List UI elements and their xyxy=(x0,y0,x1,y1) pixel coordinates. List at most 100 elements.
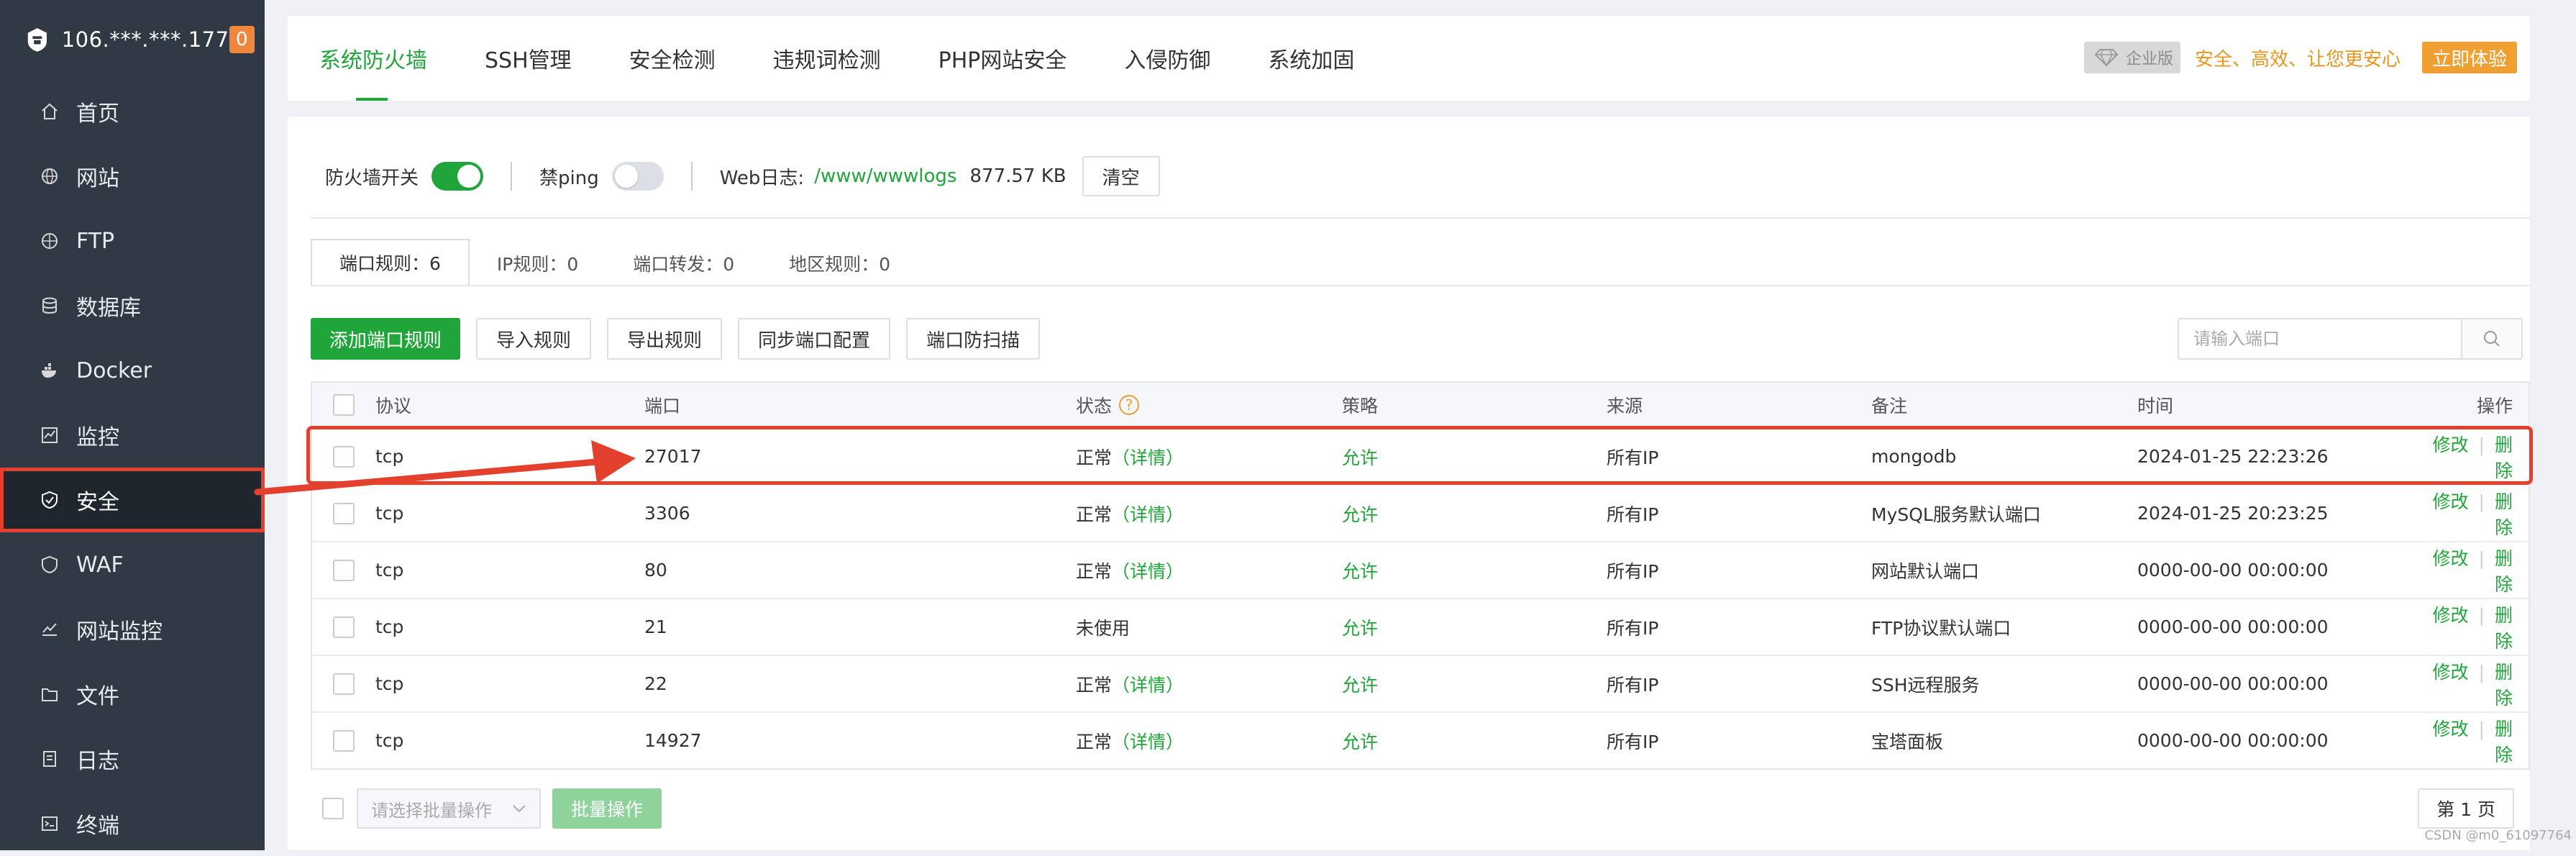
import-rules-button[interactable]: 导入规则 xyxy=(476,318,592,360)
sidebar-item-3[interactable]: 数据库 xyxy=(0,273,265,338)
op-separator: | xyxy=(2478,547,2485,569)
cell-source: 所有IP xyxy=(1607,447,1659,468)
delete-rule-link[interactable]: 删除 xyxy=(2495,719,2513,765)
row-checkbox[interactable] xyxy=(333,616,355,638)
row-checkbox[interactable] xyxy=(333,445,355,468)
ping-switch-label: 禁ping xyxy=(539,167,599,189)
batch-select-checkbox[interactable] xyxy=(322,798,344,819)
sidebar-item-7[interactable]: WAF xyxy=(0,532,265,597)
top-tab-4[interactable]: PHP网站安全 xyxy=(910,16,1096,101)
rule-subtab-3[interactable]: 地区规则：0 xyxy=(762,240,918,286)
cell-port: 14927 xyxy=(644,730,702,751)
sidebar-item-1[interactable]: 网站 xyxy=(0,144,265,209)
top-tab-3[interactable]: 违规词检测 xyxy=(744,16,910,101)
top-tab-6[interactable]: 系统加固 xyxy=(1239,16,1383,101)
sidebar-item-11[interactable]: 终端 xyxy=(0,791,265,856)
cell-status: 正常 （详情） xyxy=(1076,557,1342,583)
ftp-icon xyxy=(42,233,58,249)
cell-note[interactable]: 网站默认端口 xyxy=(1871,557,2137,583)
edit-rule-link[interactable]: 修改 xyxy=(2433,548,2469,569)
col-time[interactable]: 时间 xyxy=(2137,392,2418,418)
row-checkbox[interactable] xyxy=(333,559,355,581)
add-port-rule-button[interactable]: 添加端口规则 xyxy=(311,318,461,360)
cell-note[interactable]: SSH远程服务 xyxy=(1871,671,2137,697)
col-port[interactable]: 端口 xyxy=(644,392,1076,418)
sidebar-item-2[interactable]: FTP xyxy=(0,209,265,273)
port-rules-table: 协议 端口 状态 ? 策略 来源 备注 时间 操作 tcp 27017 正常 （详情）… xyxy=(311,381,2530,770)
firewall-switch-label: 防火墙开关 xyxy=(325,167,419,189)
delete-rule-link[interactable]: 删除 xyxy=(2495,548,2513,595)
status-detail-link[interactable]: （详情） xyxy=(1112,728,1184,754)
edit-rule-link[interactable]: 修改 xyxy=(2433,491,2469,512)
status-detail-link[interactable]: （详情） xyxy=(1112,501,1184,527)
col-protocol[interactable]: 协议 xyxy=(375,392,644,418)
row-checkbox[interactable] xyxy=(333,729,355,752)
top-tab-5[interactable]: 入侵防御 xyxy=(1095,16,1239,101)
shield-icon xyxy=(42,491,58,509)
cell-protocol: tcp xyxy=(375,673,404,694)
top-tab-2[interactable]: 安全检测 xyxy=(600,16,744,101)
batch-operation-button[interactable]: 批量操作 xyxy=(552,788,662,829)
firewall-switch[interactable] xyxy=(431,162,484,191)
batch-select-placeholder: 请选择批量操作 xyxy=(371,800,492,821)
rule-subtab-0[interactable]: 端口规则：6 xyxy=(311,239,470,286)
divider xyxy=(690,162,693,191)
try-now-button[interactable]: 立即体验 xyxy=(2421,42,2517,73)
sidebar-item-9[interactable]: 文件 xyxy=(0,662,265,727)
row-checkbox[interactable] xyxy=(333,673,355,695)
rule-subtab-1[interactable]: IP规则：0 xyxy=(470,240,606,286)
edit-rule-link[interactable]: 修改 xyxy=(2433,662,2469,683)
cell-note[interactable]: FTP协议默认端口 xyxy=(1871,614,2137,640)
sidebar-item-0[interactable]: 首页 xyxy=(0,79,265,144)
search-button[interactable] xyxy=(2461,319,2521,358)
row-checkbox[interactable] xyxy=(333,502,355,524)
cell-policy: 允许 xyxy=(1342,560,1379,582)
sidebar-item-label: 文件 xyxy=(76,684,119,709)
top-tab-1[interactable]: SSH管理 xyxy=(456,16,600,101)
sidebar-item-6[interactable]: 安全 xyxy=(0,468,265,532)
delete-rule-link[interactable]: 删除 xyxy=(2495,491,2513,538)
cell-status: 正常 （详情） xyxy=(1076,501,1342,527)
sidebar-item-8[interactable]: 网站监控 xyxy=(0,597,265,662)
cell-port: 22 xyxy=(644,673,667,694)
cell-note[interactable]: 宝塔面板 xyxy=(1871,728,2137,754)
status-detail-link[interactable]: （详情） xyxy=(1112,671,1184,697)
message-count-badge[interactable]: 0 xyxy=(229,26,255,53)
help-icon[interactable]: ? xyxy=(1119,395,1140,415)
batch-operation-select[interactable]: 请选择批量操作 xyxy=(357,788,541,829)
cell-protocol: tcp xyxy=(375,730,404,751)
clear-log-button[interactable]: 清空 xyxy=(1082,156,1160,196)
server-header[interactable]: 106.***.***.177 0 xyxy=(0,0,265,79)
export-rules-button[interactable]: 导出规则 xyxy=(607,318,723,360)
delete-rule-link[interactable]: 删除 xyxy=(2495,605,2513,652)
rule-subtab-2[interactable]: 端口转发：0 xyxy=(606,240,762,286)
port-search-input[interactable] xyxy=(2179,319,2461,358)
sync-port-config-button[interactable]: 同步端口配置 xyxy=(738,318,891,360)
edit-rule-link[interactable]: 修改 xyxy=(2433,434,2469,455)
table-header: 协议 端口 状态 ? 策略 来源 备注 时间 操作 xyxy=(312,383,2529,427)
sidebar-item-5[interactable]: 监控 xyxy=(0,403,265,468)
status-detail-link[interactable]: （详情） xyxy=(1112,444,1184,470)
select-all-checkbox[interactable] xyxy=(333,394,355,416)
port-anti-scan-button[interactable]: 端口防扫描 xyxy=(906,318,1041,360)
delete-rule-link[interactable]: 删除 xyxy=(2495,662,2513,709)
col-source: 来源 xyxy=(1607,396,1643,416)
enterprise-label: 企业版 xyxy=(2125,50,2173,68)
top-tab-0[interactable]: 系统防火墙 xyxy=(288,16,456,101)
ping-switch[interactable] xyxy=(611,162,664,191)
status-text: 正常 xyxy=(1076,731,1113,752)
cell-note[interactable]: MySQL服务默认端口 xyxy=(1871,501,2137,527)
status-detail-link[interactable]: （详情） xyxy=(1112,557,1184,583)
cell-ops: 修改 | 删除 xyxy=(2418,488,2529,539)
cell-note[interactable]: mongodb xyxy=(1871,446,2137,467)
sidebar-item-4[interactable]: Docker xyxy=(0,338,265,403)
sidebar-item-label: FTP xyxy=(76,228,115,254)
cell-port: 3306 xyxy=(644,503,690,524)
delete-rule-link[interactable]: 删除 xyxy=(2495,434,2513,481)
edit-rule-link[interactable]: 修改 xyxy=(2433,605,2469,626)
edit-rule-link[interactable]: 修改 xyxy=(2433,719,2469,739)
page-indicator[interactable]: 第 1 页 xyxy=(2418,788,2514,829)
diamond-icon xyxy=(2094,49,2119,67)
sidebar-item-10[interactable]: 日志 xyxy=(0,727,265,791)
weblog-path-link[interactable]: /www/wwwlogs xyxy=(814,165,956,187)
